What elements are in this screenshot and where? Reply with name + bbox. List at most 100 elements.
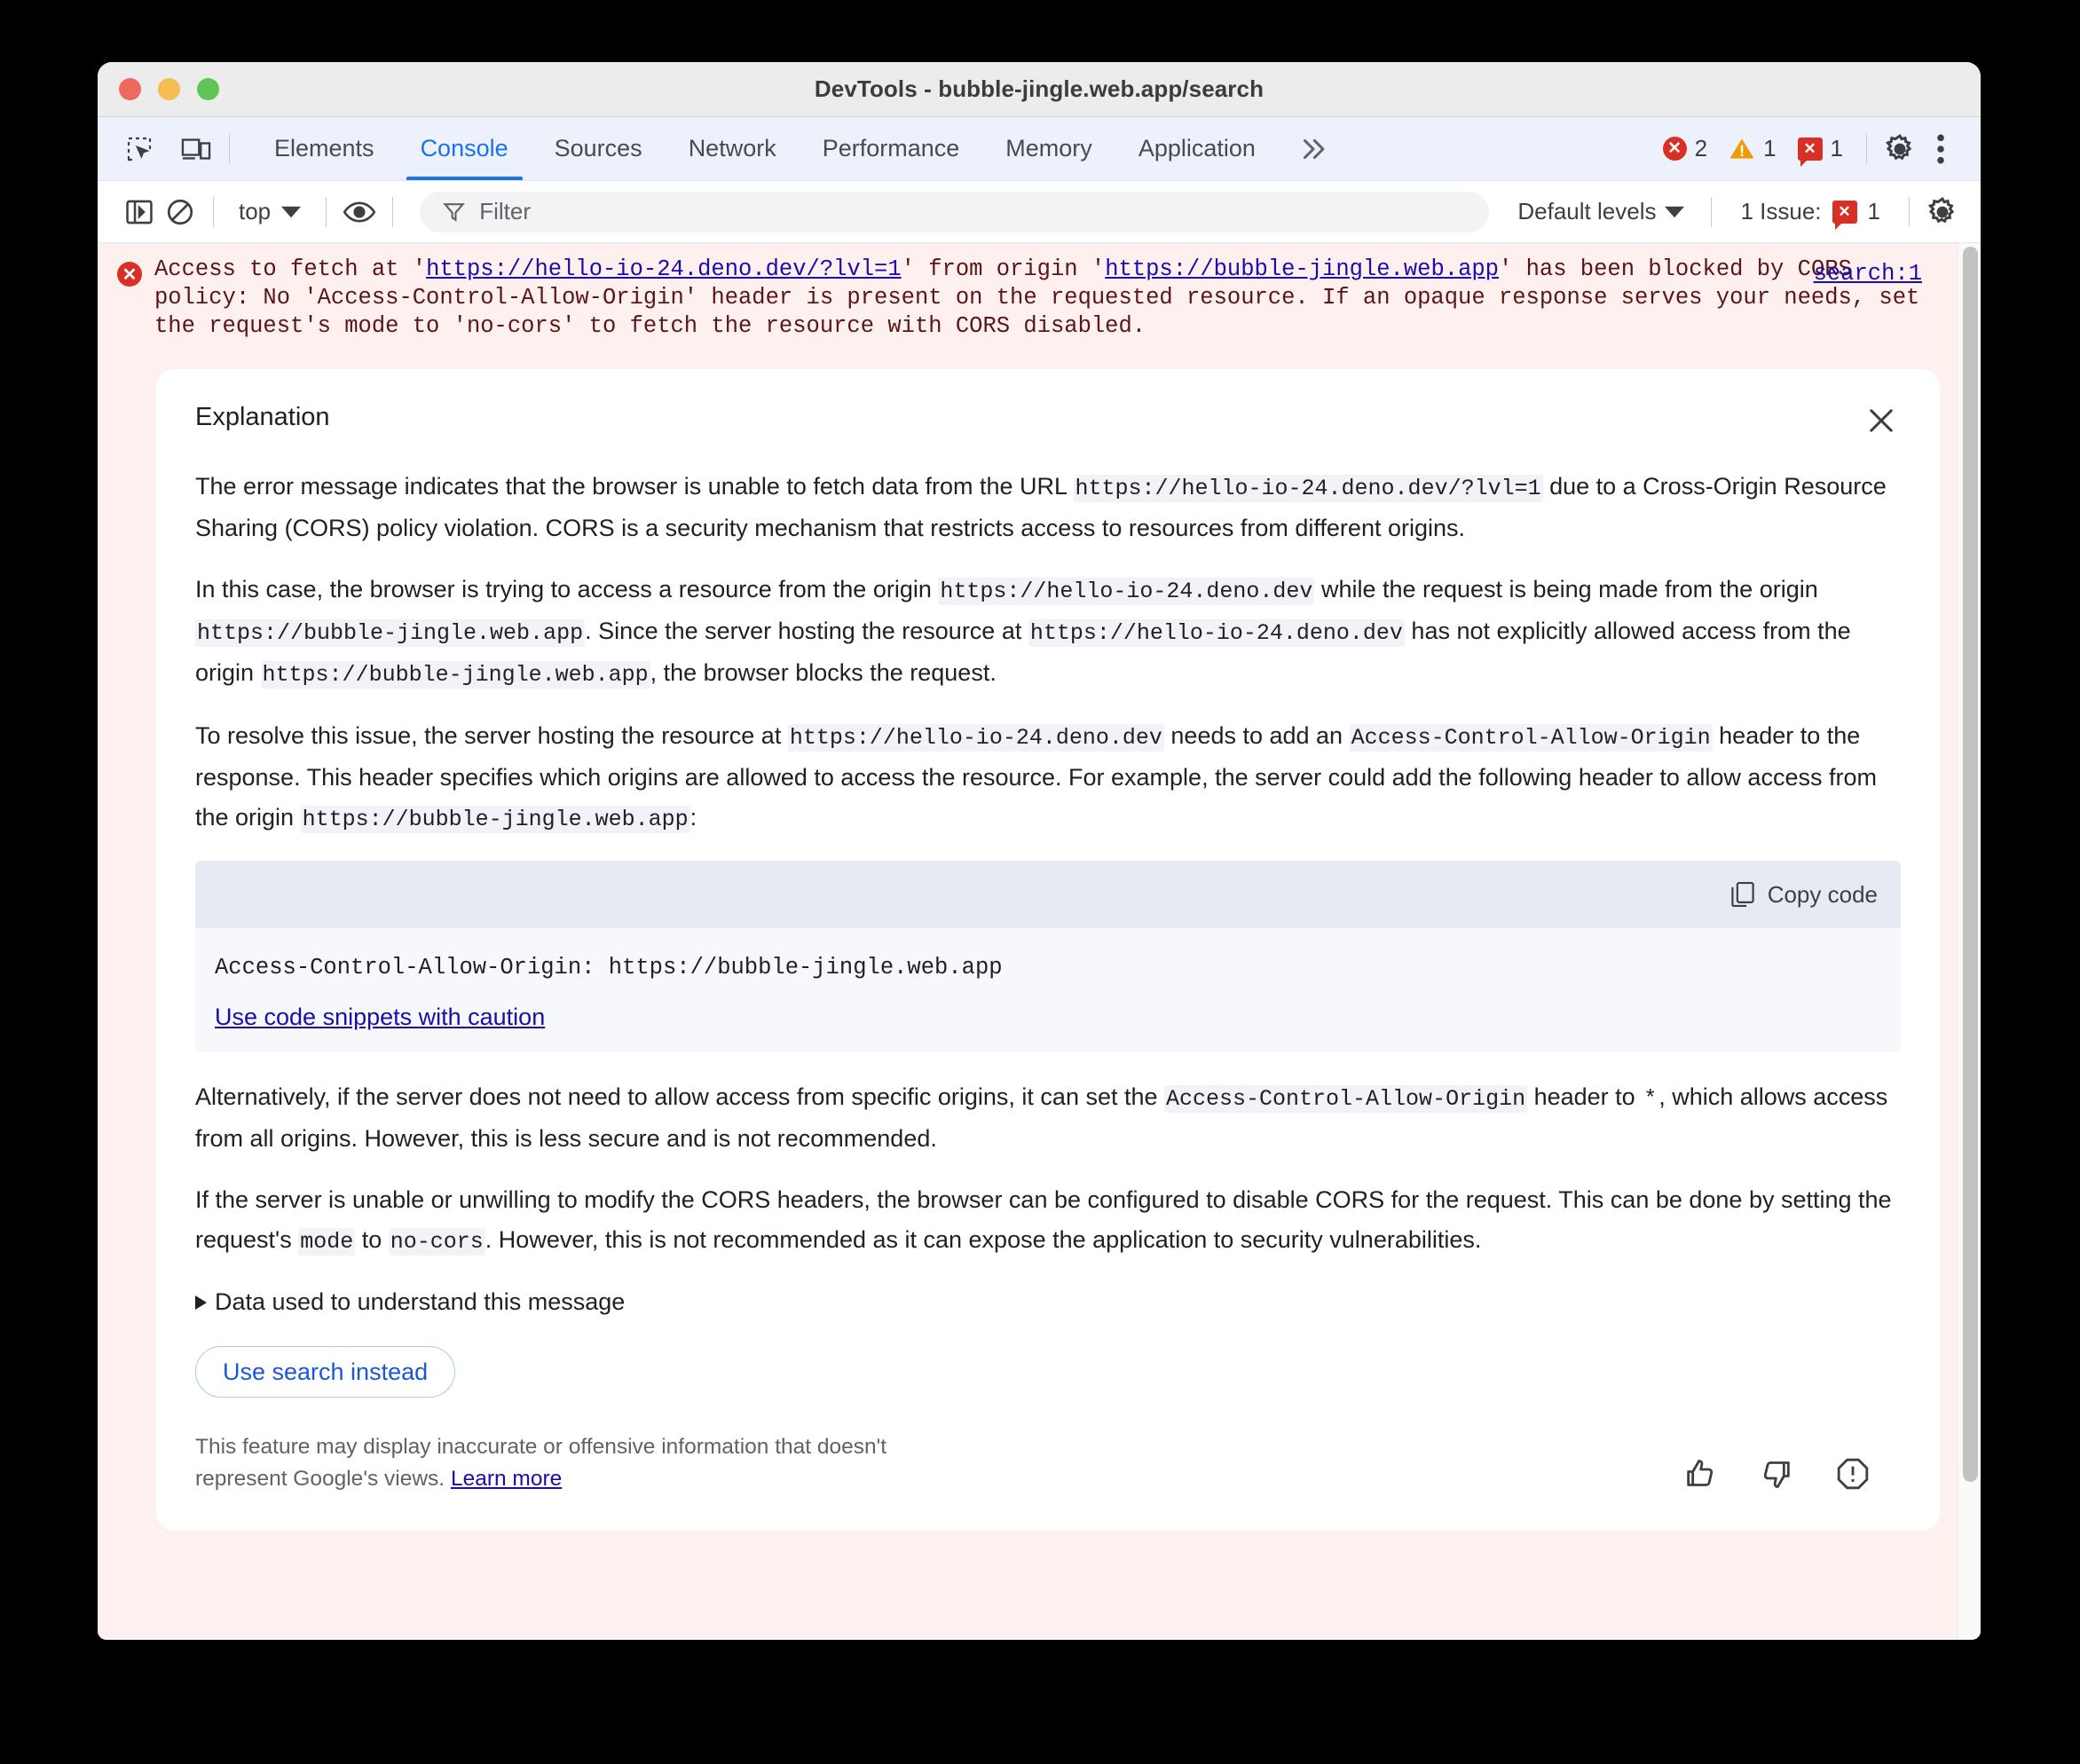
error-count: 2	[1694, 135, 1708, 161]
filter-container[interactable]	[420, 191, 1490, 232]
tab-memory[interactable]: Memory	[982, 117, 1115, 180]
copy-code-button[interactable]: Copy code	[1730, 881, 1878, 909]
filter-icon	[443, 202, 466, 222]
inline-code: https://hello-io-24.deno.dev	[1028, 619, 1405, 647]
explanation-title: Explanation	[195, 403, 330, 431]
tab-sources[interactable]: Sources	[532, 117, 666, 180]
report-icon[interactable]	[1832, 1453, 1874, 1495]
text-run: In this case, the browser is trying to a…	[195, 576, 939, 602]
settings-gear-icon[interactable]	[1922, 192, 1963, 232]
learn-more-link[interactable]: Learn more	[451, 1467, 562, 1491]
scrollbar-thumb[interactable]	[1963, 247, 1978, 1482]
inline-code: https://hello-io-24.deno.dev	[787, 724, 1164, 752]
error-icon: ✕	[1662, 137, 1687, 161]
issue-icon: ✕	[1832, 200, 1857, 230]
issue-count: 1	[1830, 135, 1843, 161]
triangle-right-icon	[195, 1295, 207, 1310]
issues-label: 1 Issue:	[1740, 198, 1822, 224]
code-snippet-text: Access-Control-Allow-Origin: https://bub…	[215, 955, 1003, 980]
error-counter[interactable]: ✕ 2	[1652, 135, 1718, 162]
chevron-down-icon	[1665, 206, 1685, 217]
thumb-up-icon[interactable]	[1679, 1453, 1722, 1495]
code-snippet-body: Access-Control-Allow-Origin: https://bub…	[195, 928, 1901, 1052]
tab-elements[interactable]: Elements	[251, 117, 398, 180]
console-error-icon-wrap: ✕	[117, 256, 154, 341]
code-snippet-block: Copy code Access-Control-Allow-Origin: h…	[195, 861, 1901, 1052]
more-options-icon[interactable]	[1920, 129, 1961, 169]
data-used-label: Data used to understand this message	[215, 1288, 626, 1315]
inline-code: https://bubble-jingle.web.app	[260, 661, 650, 689]
explanation-paragraph-2: In this case, the browser is trying to a…	[195, 570, 1901, 695]
disclaimer-text: This feature may display inaccurate or o…	[195, 1431, 958, 1495]
explanation-paragraph-4: Alternatively, if the server does not ne…	[195, 1077, 1901, 1159]
devtools-window: DevTools - bubble-jingle.web.app/search …	[98, 62, 1981, 1640]
console-toolbar-divider-4	[1711, 196, 1713, 227]
devtools-tool-icons	[98, 129, 217, 169]
more-tabs-icon[interactable]	[1279, 136, 1348, 162]
code-caution-link[interactable]: Use code snippets with caution	[215, 1004, 545, 1030]
devtools-tabstrip: Elements Console Sources Network Perform…	[98, 117, 1981, 181]
text-run: :	[689, 804, 697, 831]
text-run: , the browser blocks the request.	[650, 659, 997, 686]
tab-application[interactable]: Application	[1115, 117, 1279, 180]
text-run: . However, this is not recommended as it…	[485, 1226, 1482, 1253]
console-toolbar: top Default levels 1 Issue: ✕ 1	[98, 181, 1981, 243]
explanation-paragraph-3: To resolve this issue, the server hostin…	[195, 716, 1901, 839]
console-error-text: Access to fetch at 'https://hello-io-24.…	[154, 256, 1945, 341]
console-error-message[interactable]: ✕ Access to fetch at 'https://hello-io-2…	[98, 243, 1981, 355]
thumb-down-icon[interactable]	[1755, 1453, 1798, 1495]
explanation-card: Explanation The error message indicates …	[156, 369, 1940, 1531]
explanation-header: Explanation	[195, 403, 1901, 440]
error-icon: ✕	[117, 262, 142, 287]
log-level-value: Default levels	[1517, 198, 1657, 224]
inline-code: Access-Control-Allow-Origin	[1164, 1085, 1528, 1113]
inline-code: https://bubble-jingle.web.app	[195, 619, 586, 647]
error-text-mid: ' from origin '	[901, 256, 1106, 282]
filter-input[interactable]	[479, 198, 1467, 225]
copy-code-label: Copy code	[1767, 880, 1878, 908]
error-origin-link[interactable]: https://bubble-jingle.web.app	[1105, 256, 1499, 282]
issues-summary[interactable]: 1 Issue: ✕ 1	[1724, 198, 1896, 230]
text-run: needs to add an	[1163, 722, 1350, 749]
counters-divider	[1866, 133, 1867, 164]
text-run: . Since the server hosting the resource …	[585, 618, 1028, 644]
inspect-element-icon[interactable]	[119, 129, 160, 169]
explanation-paragraph-1: The error message indicates that the bro…	[195, 467, 1901, 548]
error-url-link[interactable]: https://hello-io-24.deno.dev/?lvl=1	[426, 256, 902, 282]
text-run: to	[355, 1226, 389, 1253]
console-output: ✕ Access to fetch at 'https://hello-io-2…	[98, 243, 1981, 1639]
copy-icon	[1731, 881, 1754, 908]
console-sidebar-icon[interactable]	[119, 192, 160, 232]
text-run: To resolve this issue, the server hostin…	[195, 722, 788, 749]
execution-context-selector[interactable]: top	[226, 198, 313, 225]
live-expressions-icon[interactable]	[339, 192, 380, 232]
tab-performance[interactable]: Performance	[800, 117, 983, 180]
inline-code: https://bubble-jingle.web.app	[300, 806, 690, 833]
gear-icon[interactable]	[1879, 129, 1920, 169]
close-icon[interactable]	[1862, 401, 1901, 440]
text-run: The error message indicates that the bro…	[195, 473, 1074, 500]
chevron-down-icon	[281, 206, 302, 217]
console-scrollbar[interactable]	[1958, 243, 1981, 1639]
tab-console[interactable]: Console	[398, 117, 532, 180]
text-run: Alternatively, if the server does not ne…	[195, 1083, 1165, 1110]
window-title: DevTools - bubble-jingle.web.app/search	[814, 75, 1265, 102]
feedback-buttons	[1679, 1453, 1901, 1495]
inline-code: mode	[298, 1228, 356, 1256]
toolbar-divider	[229, 133, 230, 164]
device-toolbar-icon[interactable]	[176, 129, 217, 169]
source-location-link[interactable]: search:1	[1814, 261, 1922, 287]
console-toolbar-divider-2	[326, 196, 327, 227]
data-used-disclosure[interactable]: Data used to understand this message	[195, 1288, 1901, 1316]
clear-console-icon[interactable]	[160, 192, 201, 232]
issues-count: 1	[1867, 198, 1880, 224]
warning-counter[interactable]: 1	[1718, 135, 1786, 162]
error-text-pre: Access to fetch at '	[154, 256, 427, 282]
log-level-selector[interactable]: Default levels	[1503, 198, 1698, 225]
use-search-instead-button[interactable]: Use search instead	[195, 1346, 456, 1398]
inline-code: https://hello-io-24.deno.dev/?lvl=1	[1073, 475, 1543, 502]
issue-counters: ✕ 2 1 ✕ 1	[1652, 129, 1981, 169]
issue-icon: ✕	[1797, 137, 1823, 167]
tab-network[interactable]: Network	[666, 117, 800, 180]
issue-counter[interactable]: ✕ 1	[1787, 135, 1854, 167]
